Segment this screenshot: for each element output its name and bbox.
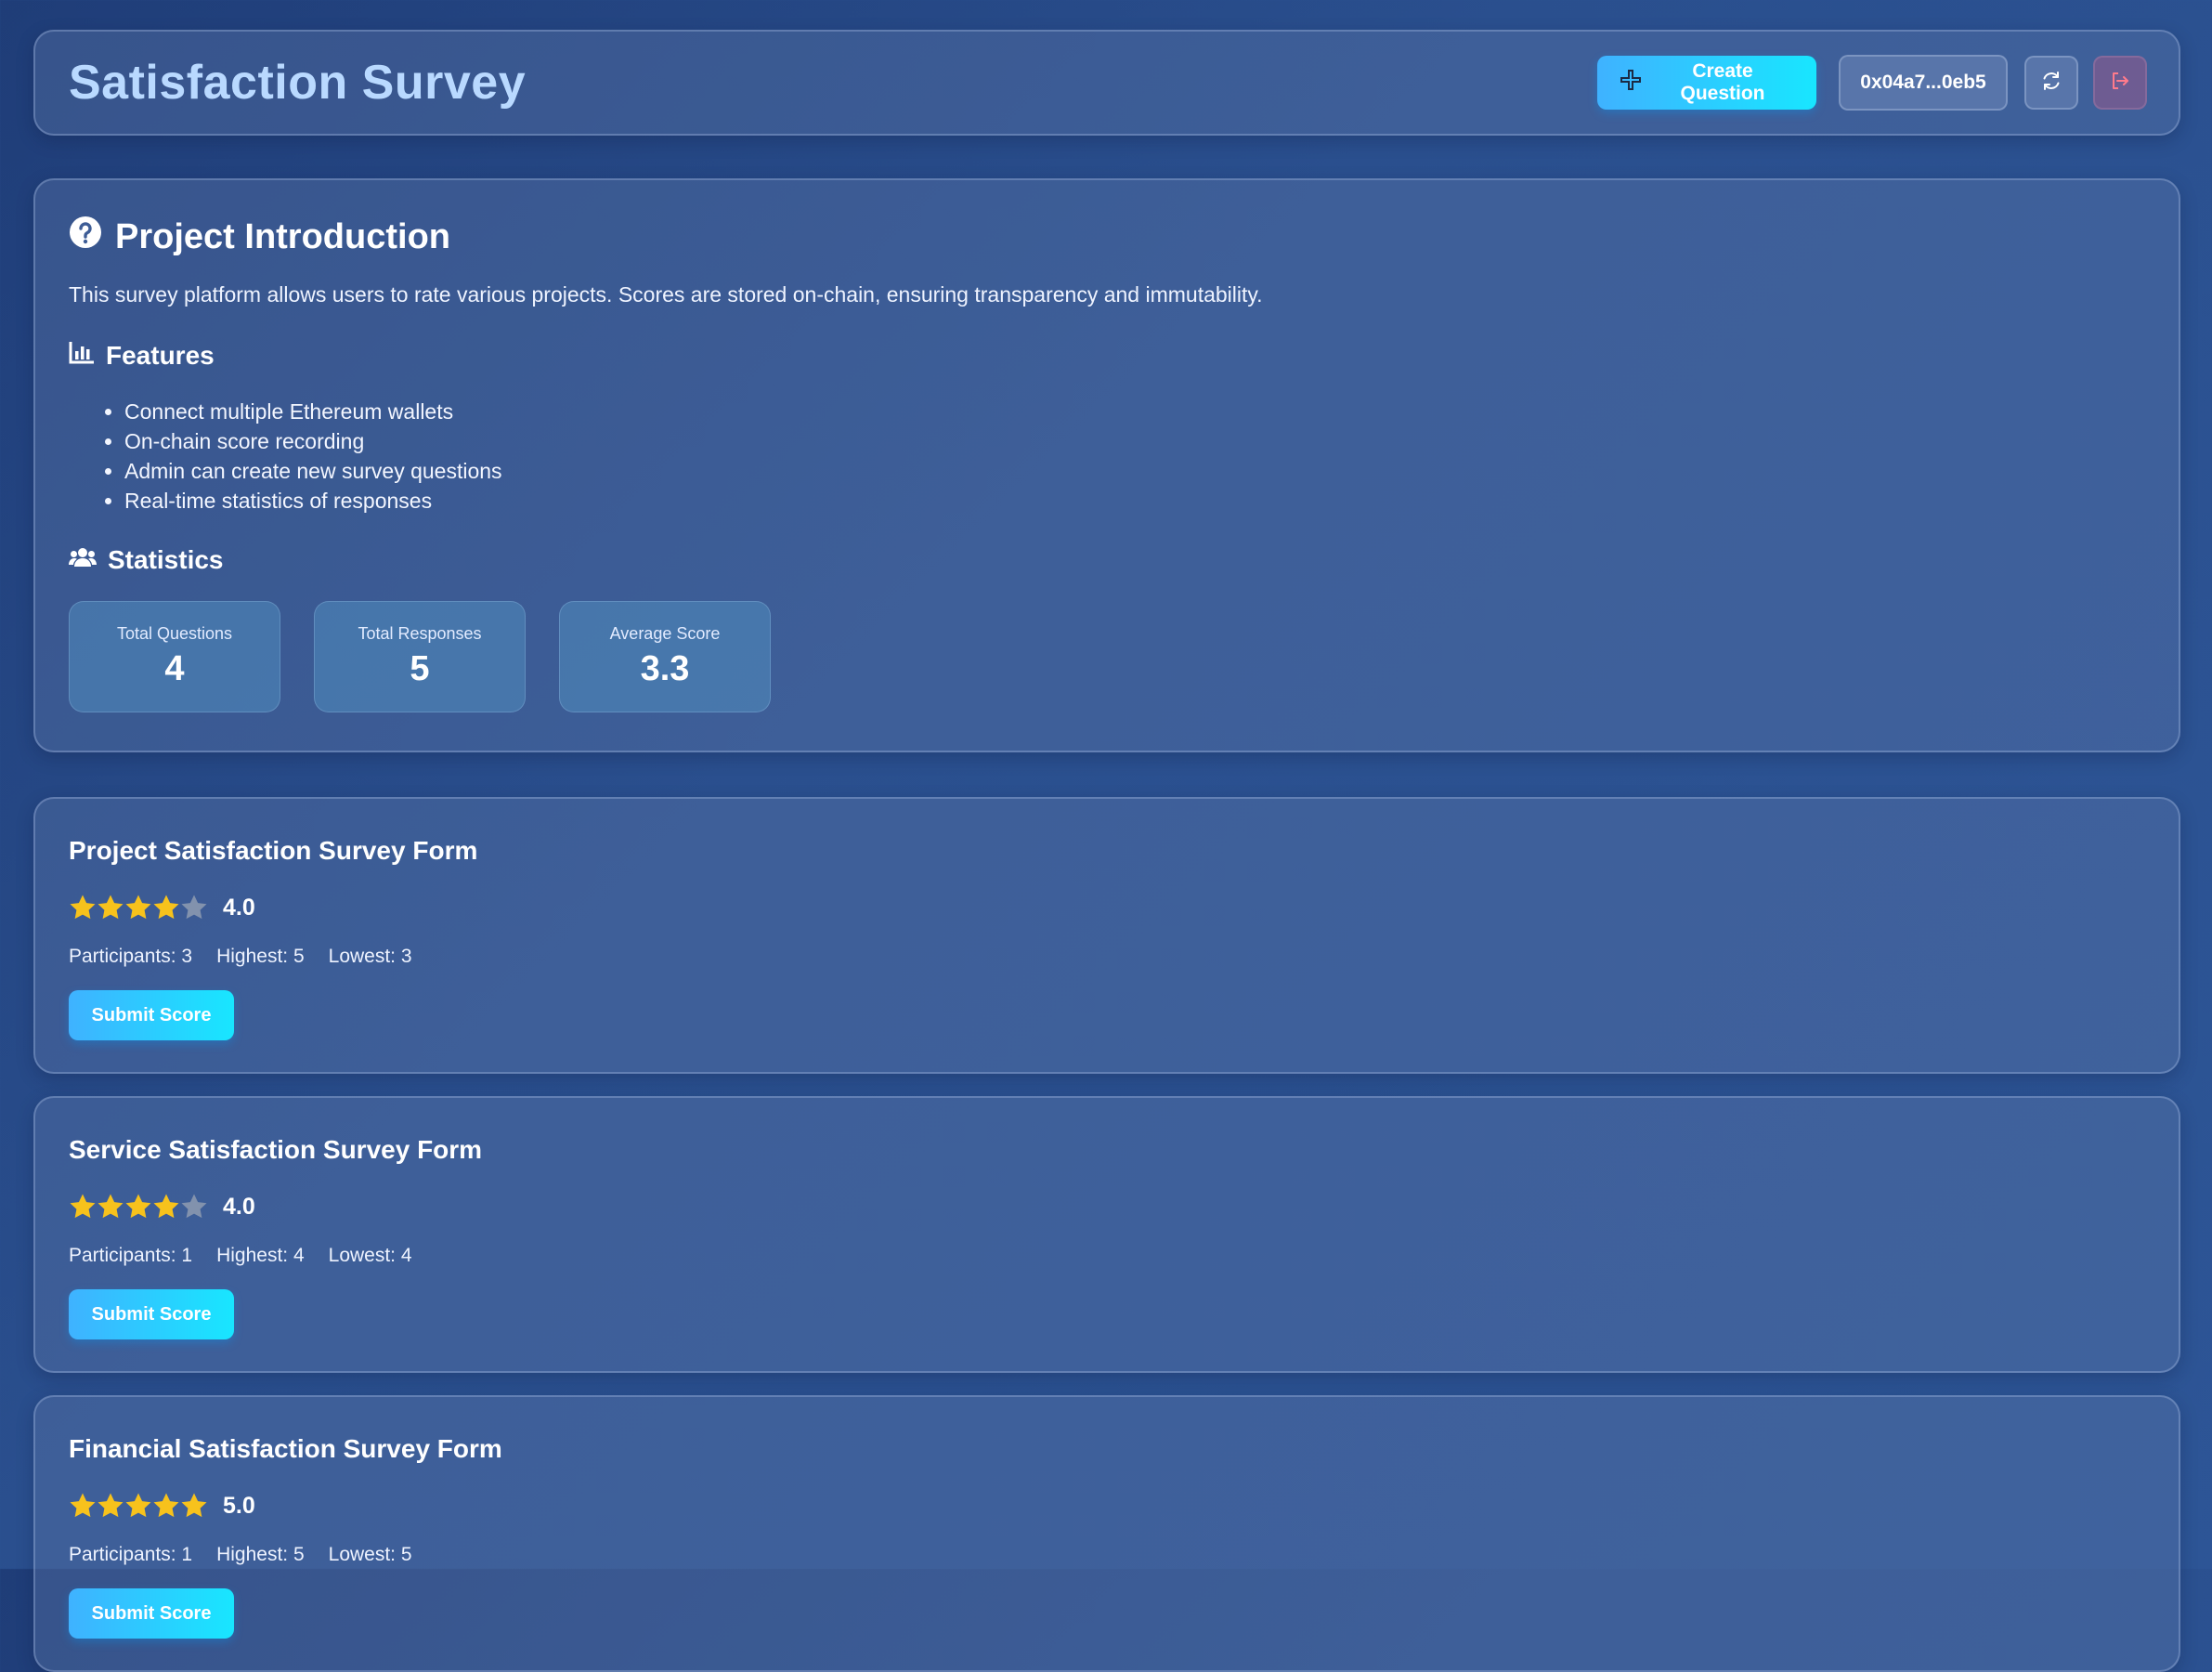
wallet-address-button[interactable]: 0x04a7...0eb5	[1839, 55, 2008, 111]
star-icon	[181, 895, 207, 920]
stat-value: 5	[410, 649, 430, 688]
refresh-icon	[2040, 70, 2062, 97]
refresh-button[interactable]	[2024, 56, 2078, 110]
submit-score-button[interactable]: Submit Score	[69, 990, 234, 1040]
stars-row	[69, 894, 208, 921]
submit-score-button[interactable]: Submit Score	[69, 1588, 234, 1639]
create-question-label: Create Question	[1680, 60, 1765, 104]
question-stats: Participants: 1 Highest: 5 Lowest: 5	[69, 1544, 2145, 1566]
star-icon	[125, 1493, 151, 1518]
star-icon	[153, 1194, 179, 1219]
bar-chart-icon	[69, 341, 95, 372]
participants-count: Participants: 1	[69, 1245, 193, 1266]
stat-label: Total Questions	[116, 624, 233, 643]
app-title: Satisfaction Survey	[69, 56, 527, 110]
survey-question-card: Project Satisfaction Survey Form 4.0 Par…	[33, 797, 2180, 1074]
question-stats: Participants: 1 Highest: 4 Lowest: 4	[69, 1245, 2145, 1267]
star-icon	[153, 895, 179, 920]
features-title: Features	[106, 341, 215, 370]
stars-row	[69, 1492, 208, 1520]
stat-value: 3.3	[640, 649, 690, 688]
project-introduction-title: Project Introduction	[115, 216, 450, 256]
star-icon	[98, 1194, 124, 1219]
features-heading: Features	[69, 339, 2145, 372]
stat-value: 4	[164, 649, 185, 688]
stat-label: Total Responses	[358, 624, 482, 643]
star-icon	[70, 1493, 96, 1518]
question-title: Financial Satisfaction Survey Form	[69, 1434, 502, 1463]
stat-total-responses: Total Responses 5	[314, 601, 526, 712]
star-icon	[181, 1493, 207, 1518]
average-score: 5.0	[223, 1492, 255, 1519]
stat-total-questions: Total Questions 4	[69, 601, 280, 712]
star-icon	[70, 1194, 96, 1219]
list-item: Admin can create new survey questions	[124, 456, 2145, 486]
logout-icon	[2109, 70, 2131, 97]
question-title: Project Satisfaction Survey Form	[69, 836, 478, 865]
features-list: Connect multiple Ethereum wallets On-cha…	[69, 397, 2145, 516]
highest-score: Highest: 5	[216, 1544, 305, 1565]
create-question-button[interactable]: Create Question	[1597, 56, 1816, 110]
project-introduction-card: Project Introduction This survey platfor…	[33, 178, 2180, 752]
star-icon	[153, 1493, 179, 1518]
intro-description: This survey platform allows users to rat…	[69, 282, 1263, 307]
star-icon	[98, 1493, 124, 1518]
star-icon	[98, 895, 124, 920]
lowest-score: Lowest: 5	[328, 1544, 412, 1565]
stat-label: Average Score	[609, 624, 721, 643]
star-icon	[125, 895, 151, 920]
logout-button[interactable]	[2093, 56, 2147, 110]
stars-row	[69, 1193, 208, 1221]
stat-average-score: Average Score 3.3	[559, 601, 771, 712]
lowest-score: Lowest: 3	[328, 946, 412, 967]
lowest-score: Lowest: 4	[328, 1245, 412, 1266]
submit-score-button[interactable]: Submit Score	[69, 1289, 234, 1339]
page: Satisfaction Survey Create Question 0x04…	[33, 30, 2180, 1672]
list-item: Real-time statistics of responses	[124, 486, 2145, 516]
participants-count: Participants: 3	[69, 946, 193, 967]
star-icon	[181, 1194, 207, 1219]
survey-question-card: Financial Satisfaction Survey Form 5.0 P…	[33, 1395, 2180, 1672]
highest-score: Highest: 4	[216, 1245, 305, 1266]
question-stats: Participants: 3 Highest: 5 Lowest: 3	[69, 946, 2145, 968]
question-circle-icon	[69, 216, 102, 258]
average-score: 4.0	[223, 894, 255, 921]
star-icon	[125, 1194, 151, 1219]
users-icon	[69, 545, 97, 575]
star-rating: 5.0	[69, 1490, 2145, 1522]
star-rating: 4.0	[69, 892, 2145, 923]
list-item: Connect multiple Ethereum wallets	[124, 397, 2145, 426]
statistics-title: Statistics	[108, 545, 224, 574]
highest-score: Highest: 5	[216, 946, 305, 967]
plus-icon	[1620, 69, 1642, 97]
star-rating: 4.0	[69, 1191, 2145, 1222]
project-introduction-heading: Project Introduction	[69, 214, 2145, 260]
header-bar: Satisfaction Survey Create Question 0x04…	[33, 30, 2180, 136]
participants-count: Participants: 1	[69, 1544, 193, 1565]
question-title: Service Satisfaction Survey Form	[69, 1135, 483, 1164]
statistics-heading: Statistics	[69, 543, 2145, 577]
list-item: On-chain score recording	[124, 426, 2145, 456]
star-icon	[70, 895, 96, 920]
statistics-panel: Total Questions 4 Total Responses 5 Aver…	[69, 601, 2145, 712]
average-score: 4.0	[223, 1193, 255, 1220]
survey-question-card: Service Satisfaction Survey Form 4.0 Par…	[33, 1096, 2180, 1373]
